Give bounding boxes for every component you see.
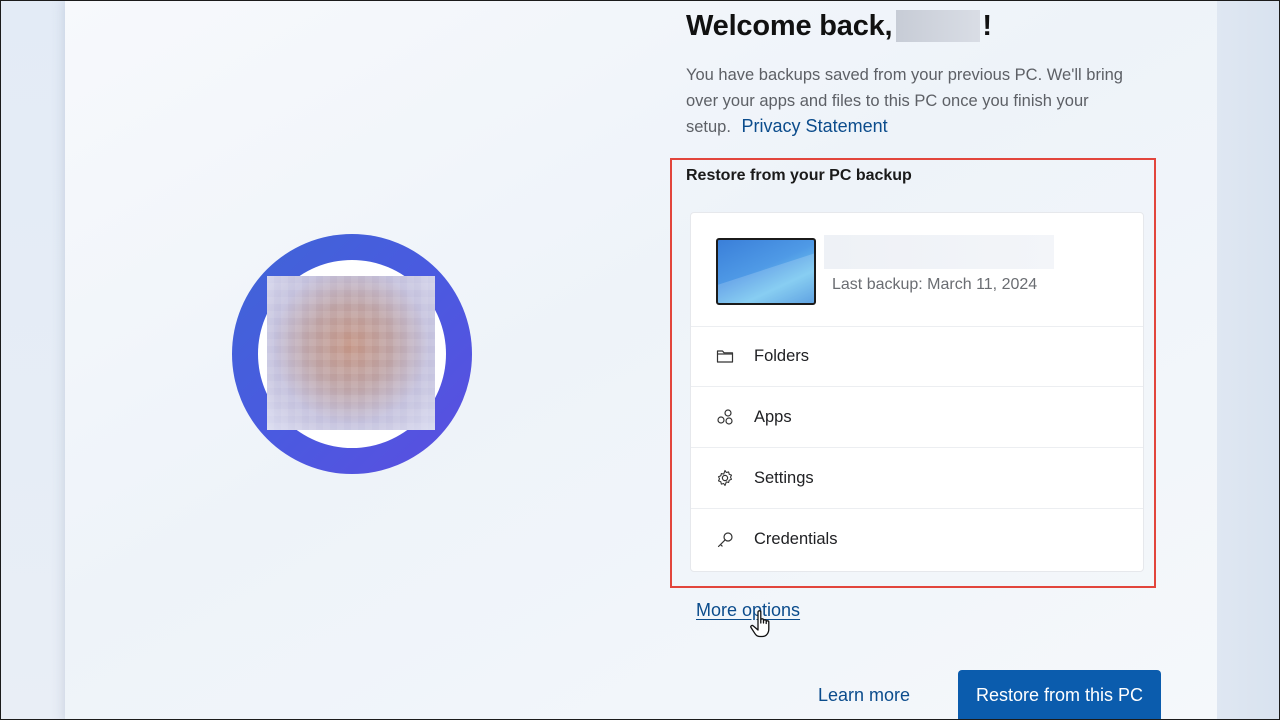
key-icon: [715, 530, 735, 550]
device-thumbnail: [716, 238, 816, 305]
restore-from-this-pc-button[interactable]: Restore from this PC: [958, 670, 1161, 719]
section-title: Restore from your PC backup: [686, 167, 912, 184]
background-strip: [1217, 1, 1279, 719]
apps-icon: [715, 407, 735, 427]
folder-icon: [715, 346, 735, 366]
list-item-folders: Folders: [691, 326, 1143, 387]
avatar: [232, 234, 472, 474]
settings-label: Settings: [754, 468, 814, 487]
apps-label: Apps: [754, 407, 792, 426]
description: You have backups saved from your previou…: [686, 63, 1136, 141]
list-item-apps: Apps: [691, 387, 1143, 448]
folders-label: Folders: [754, 346, 810, 365]
title-prefix: Welcome back,: [686, 9, 893, 42]
credentials-label: Credentials: [754, 530, 838, 548]
username-redacted: [896, 10, 981, 42]
list-item-settings: Settings: [691, 448, 1143, 509]
gear-icon: [715, 468, 735, 488]
list-item-credentials: Credentials: [691, 509, 1143, 570]
page-title: Welcome back, !: [686, 7, 992, 45]
last-backup-text: Last backup: March 11, 2024: [832, 276, 1038, 293]
backup-card: Last backup: March 11, 2024 Folders Apps…: [690, 212, 1144, 572]
learn-more-link[interactable]: Learn more: [818, 685, 910, 706]
avatar-photo-redacted: [267, 276, 435, 430]
privacy-statement-link[interactable]: Privacy Statement: [742, 116, 888, 136]
hand-cursor-icon: [750, 610, 770, 638]
setup-window: Welcome back, ! You have backups saved f…: [0, 0, 1280, 720]
more-options-link[interactable]: More options: [696, 600, 800, 621]
device-name-redacted: [824, 235, 1054, 269]
title-suffix: !: [982, 9, 992, 42]
device-row[interactable]: Last backup: March 11, 2024: [691, 213, 1143, 327]
